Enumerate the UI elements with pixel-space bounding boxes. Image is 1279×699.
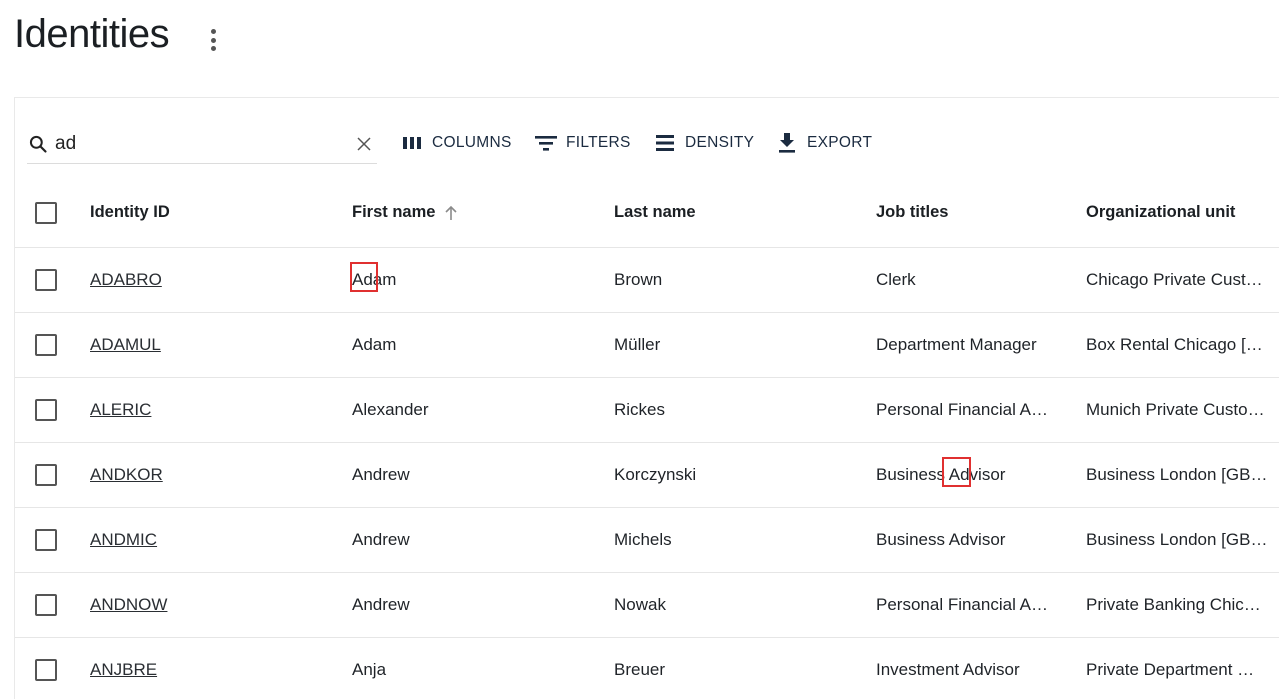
job-title-cell: Personal Financial A…	[876, 400, 1048, 419]
table-row[interactable]: ADABRO Adam Brown Clerk Chicago Private …	[15, 248, 1279, 313]
last-name-cell: Nowak	[614, 595, 666, 614]
export-label: EXPORT	[807, 134, 873, 151]
density-button[interactable]: DENSITY	[653, 129, 754, 157]
filters-button[interactable]: FILTERS	[534, 129, 631, 157]
row-checkbox[interactable]	[35, 464, 57, 486]
org-unit-cell: Private Banking Chic…	[1086, 595, 1261, 614]
row-checkbox[interactable]	[35, 529, 57, 551]
first-name-cell: Andrew	[352, 530, 410, 549]
org-unit-cell: Box Rental Chicago […	[1086, 335, 1263, 354]
search-field[interactable]	[27, 124, 377, 164]
first-name-cell: Adam	[352, 335, 397, 354]
search-input[interactable]	[55, 132, 325, 155]
header-first-name-label: First name	[352, 203, 436, 221]
identity-id-link[interactable]: ADAMUL	[90, 335, 161, 355]
job-title-cell: Personal Financial A…	[876, 595, 1048, 614]
columns-button[interactable]: COLUMNS	[400, 129, 512, 157]
first-name-cell: Alexander	[352, 400, 429, 419]
header-org-unit[interactable]: Organizational unit	[1086, 178, 1276, 247]
filters-label: FILTERS	[566, 134, 631, 151]
export-button[interactable]: EXPORT	[775, 129, 872, 157]
job-title-text: Business Advisor	[876, 465, 1006, 484]
search-icon	[27, 133, 49, 155]
last-name-cell: Brown	[614, 270, 663, 289]
table-header-row: Identity ID First name Last name Job tit…	[15, 178, 1279, 248]
job-title-cell: Investment Advisor	[876, 660, 1020, 679]
job-title-cell: Clerk	[876, 270, 916, 289]
job-title-cell: Business Advisor	[876, 530, 1006, 549]
org-unit-cell: Business London [GB…	[1086, 465, 1268, 484]
last-name-cell: Michels	[614, 530, 672, 549]
row-checkbox[interactable]	[35, 659, 57, 681]
table-row[interactable]: ANDKOR Andrew Korczynski Business Adviso…	[15, 443, 1279, 508]
header-job-titles-label: Job titles	[876, 203, 949, 221]
search-match-highlight	[350, 262, 378, 292]
header-job-titles[interactable]: Job titles	[876, 178, 1056, 247]
table-row[interactable]: ADAMUL Adam Müller Department Manager Bo…	[15, 313, 1279, 378]
download-icon	[775, 131, 799, 155]
org-unit-cell: Business London [GB…	[1086, 530, 1268, 549]
columns-label: COLUMNS	[432, 134, 512, 151]
more-vertical-icon[interactable]	[206, 27, 220, 53]
identity-id-link[interactable]: ANDMIC	[90, 530, 157, 550]
density-label: DENSITY	[685, 134, 755, 151]
select-all-checkbox[interactable]	[35, 201, 57, 224]
last-name-cell: Rickes	[614, 400, 666, 419]
table-row[interactable]: ANDNOW Andrew Nowak Personal Financial A…	[15, 573, 1279, 638]
job-title-cell: Business Advisor	[876, 457, 1006, 487]
org-unit-cell: Munich Private Custo…	[1086, 400, 1265, 419]
table-row[interactable]: ANDMIC Andrew Michels Business Advisor B…	[15, 508, 1279, 573]
identity-id-link[interactable]: ANDKOR	[90, 465, 163, 485]
last-name-cell: Breuer	[614, 660, 666, 679]
last-name-cell: Korczynski	[614, 465, 697, 484]
last-name-cell: Müller	[614, 335, 661, 354]
row-checkbox[interactable]	[35, 334, 57, 356]
row-checkbox[interactable]	[35, 269, 57, 291]
columns-icon	[400, 131, 424, 155]
identity-id-link[interactable]: ANDNOW	[90, 595, 167, 615]
header-last-name-label: Last name	[614, 203, 696, 221]
org-unit-cell: Chicago Private Cust…	[1086, 270, 1263, 289]
identities-panel: COLUMNS FILTERS DENSITY EXPORT Identity …	[14, 97, 1279, 699]
first-name-cell: Anja	[352, 660, 387, 679]
header-first-name[interactable]: First name	[352, 178, 592, 247]
identity-id-link[interactable]: ALERIC	[90, 400, 151, 420]
job-title-cell: Department Manager	[876, 335, 1037, 354]
header-org-unit-label: Organizational unit	[1086, 203, 1236, 221]
header-identity-id[interactable]: Identity ID	[90, 178, 330, 247]
table-row[interactable]: ALERIC Alexander Rickes Personal Financi…	[15, 378, 1279, 443]
density-icon	[653, 131, 677, 155]
table-row[interactable]: ANJBRE Anja Breuer Investment Advisor Pr…	[15, 638, 1279, 699]
row-checkbox[interactable]	[35, 399, 57, 421]
identities-table: Identity ID First name Last name Job tit…	[15, 178, 1279, 699]
identity-id-link[interactable]: ANJBRE	[90, 660, 157, 680]
org-unit-cell: Private Department …	[1086, 660, 1255, 679]
identity-id-link[interactable]: ADABRO	[90, 270, 162, 290]
header-last-name[interactable]: Last name	[614, 178, 854, 247]
page-title: Identities	[14, 12, 170, 56]
row-checkbox[interactable]	[35, 594, 57, 616]
header-identity-id-label: Identity ID	[90, 203, 170, 221]
search-match-highlight	[942, 457, 971, 487]
first-name-cell: Adam	[350, 262, 396, 292]
arrow-up-icon[interactable]	[443, 205, 459, 221]
first-name-cell: Andrew	[352, 465, 410, 484]
close-icon[interactable]	[353, 133, 375, 155]
first-name-cell: Andrew	[352, 595, 410, 614]
filter-icon	[534, 131, 558, 155]
